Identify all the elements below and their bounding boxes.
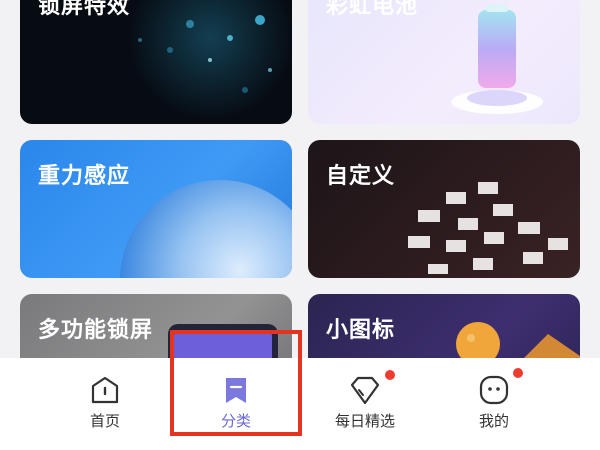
card-gravity-sensing[interactable]: 重力感应 xyxy=(20,140,292,278)
diamond-tag-icon xyxy=(350,376,380,405)
card-title: 小图标 xyxy=(326,318,396,343)
face-icon xyxy=(479,375,509,405)
badge-dot xyxy=(513,368,523,378)
card-rainbow-battery[interactable]: 彩虹电池 xyxy=(308,0,580,124)
nav-label-home: 首页 xyxy=(89,412,120,430)
home-icon xyxy=(91,376,119,404)
nav-item-daily-picks[interactable]: 每日精选 xyxy=(290,358,440,450)
card-title: 彩虹电池 xyxy=(326,0,419,19)
card-title: 锁屏特效 xyxy=(38,0,131,19)
card-title: 重力感应 xyxy=(38,164,131,189)
card-title: 自定义 xyxy=(326,164,396,189)
card-lock-screen-effects[interactable]: 锁屏特效 xyxy=(20,0,292,124)
card-title: 多功能锁屏 xyxy=(38,318,154,343)
nav-item-home[interactable]: 首页 xyxy=(30,358,180,450)
theme-category-screen: 锁屏特效 彩虹电池 重力感应 自定义 多功能锁屏 小图标 首页 分类 每日精选 … xyxy=(0,0,600,450)
nav-label-daily-picks: 每日精选 xyxy=(334,412,395,430)
card-custom[interactable]: 自定义 xyxy=(308,140,580,278)
nav-label-mine: 我的 xyxy=(478,412,509,430)
highlight-annotation-box xyxy=(170,330,302,436)
nav-item-mine[interactable]: 我的 xyxy=(419,358,569,450)
badge-dot xyxy=(385,370,395,380)
